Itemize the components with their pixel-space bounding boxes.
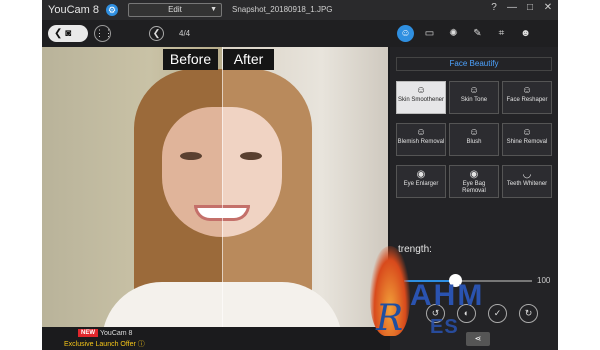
skin-tone-button[interactable]: ☺ Skin Tone	[449, 81, 499, 114]
feature-label: Face Reshaper	[506, 97, 548, 103]
feature-label: Skin Smoothener	[397, 97, 445, 103]
app-name: YouCam 8	[48, 4, 99, 16]
promo-app-name: YouCam 8	[100, 330, 133, 337]
eye-bag-removal-button[interactable]: ◉ Eye Bag Removal	[449, 165, 499, 198]
page-indicator: 4/4	[179, 29, 191, 38]
teeth-whitener-icon: ◡	[522, 169, 532, 180]
eye-bag-removal-icon: ◉	[469, 169, 479, 180]
frame-icon[interactable]: ▭	[421, 25, 438, 42]
blush-button[interactable]: ☺ Blush	[449, 123, 499, 156]
maximize-button[interactable]: □	[524, 2, 536, 13]
back-to-camera-button[interactable]: ❮ ◙	[48, 25, 88, 42]
shine-removal-icon: ☺	[521, 127, 533, 138]
eye-enlarger-button[interactable]: ◉ Eye Enlarger	[396, 165, 446, 198]
new-badge: NEW	[78, 329, 98, 337]
title-bar: YouCam 8 ⚙ Edit ▼ Snapshot_20180918_1.JP…	[42, 0, 558, 20]
camera-icon: ◙	[65, 28, 72, 39]
after-label: After	[223, 49, 274, 70]
close-button[interactable]: ✕	[542, 2, 554, 13]
eye-right	[240, 152, 262, 160]
feature-label: Eye Enlarger	[403, 181, 439, 187]
window-controls: ? — □ ✕	[488, 2, 554, 13]
eye-enlarger-icon: ◉	[416, 169, 426, 180]
minimize-button[interactable]: —	[506, 2, 518, 13]
edit-tools: ☺ ▭ ✺ ✎ ⌗ ☻	[397, 25, 534, 42]
promo-banner[interactable]: NEW YouCam 8 Exclusive Launch Offer ⓘ	[42, 327, 388, 350]
face-beautify-icon[interactable]: ☺	[397, 25, 414, 42]
masks-icon[interactable]: ☻	[517, 25, 534, 42]
face-reshaper-button[interactable]: ☺ Face Reshaper	[502, 81, 552, 114]
panel-title: Face Beautify	[396, 57, 552, 71]
shine-removal-button[interactable]: ☺ Shine Removal	[502, 123, 552, 156]
mode-dropdown[interactable]: Edit ▼	[128, 3, 222, 17]
eye-left	[180, 152, 202, 160]
blemish-removal-button[interactable]: ☺ Blemish Removal	[396, 123, 446, 156]
skin-tone-icon: ☺	[468, 85, 480, 96]
blemish-removal-icon: ☺	[415, 127, 427, 138]
brush-icon[interactable]: ✎	[469, 25, 486, 42]
feature-label: Teeth Whitener	[506, 181, 548, 187]
help-button[interactable]: ?	[488, 2, 500, 13]
toolbar: ❮ ◙ ⋮⋮ ❮ 4/4 ☺ ▭ ✺ ✎ ⌗ ☻	[42, 20, 558, 47]
watermark-logo-letter: R	[376, 298, 404, 339]
file-name: Snapshot_20180918_1.JPG	[232, 5, 333, 14]
mode-dropdown-value: Edit	[168, 5, 182, 14]
feature-label: Eye Bag Removal	[462, 181, 486, 194]
feature-label: Blemish Removal	[397, 139, 445, 145]
face-reshaper-icon: ☺	[521, 85, 533, 96]
before-label: Before	[163, 49, 218, 70]
gallery-grid-icon[interactable]: ⋮⋮	[94, 25, 113, 42]
skin-smoothener-icon: ☺	[415, 85, 427, 96]
blush-icon: ☺	[468, 127, 480, 138]
compare-divider[interactable]	[222, 47, 223, 327]
chevron-down-icon: ▼	[210, 6, 217, 13]
crop-icon[interactable]: ⌗	[493, 25, 510, 42]
photo-canvas[interactable]: Before After	[42, 47, 388, 327]
teeth-whitener-button[interactable]: ◡ Teeth Whitener	[502, 165, 552, 198]
effect-icon[interactable]: ✺	[445, 25, 462, 42]
promo-offer: Exclusive Launch Offer ⓘ	[64, 341, 145, 348]
settings-icon[interactable]: ⚙	[106, 4, 118, 16]
skin-smoothener-button[interactable]: ☺ Skin Smoothener	[396, 81, 446, 114]
watermark-sub: ES	[430, 316, 459, 338]
feature-label: Skin Tone	[460, 97, 488, 103]
watermark: R AHM ES	[370, 246, 600, 350]
watermark-word: AHM	[410, 279, 485, 312]
previous-photo-button[interactable]: ❮	[149, 26, 164, 41]
feature-label: Shine Removal	[506, 139, 548, 145]
feature-label: Blush	[466, 139, 482, 145]
chevron-left-icon: ❮	[54, 28, 63, 39]
